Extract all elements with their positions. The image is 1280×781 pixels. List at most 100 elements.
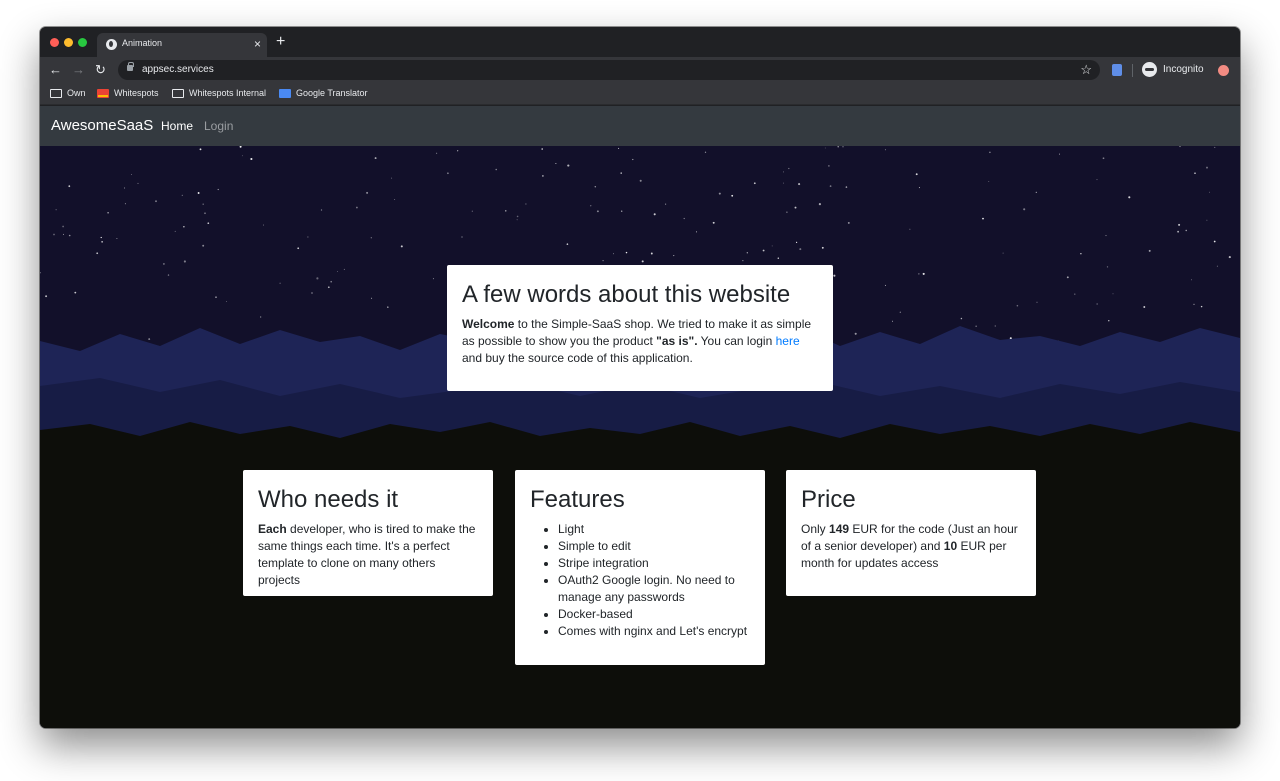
star	[782, 182, 784, 184]
star	[542, 175, 544, 177]
star	[783, 171, 784, 173]
star	[602, 259, 604, 262]
star	[695, 231, 698, 233]
star	[1128, 196, 1131, 199]
star	[279, 282, 281, 284]
star	[525, 203, 527, 205]
star	[1106, 266, 1109, 268]
nav-link-home[interactable]: Home	[161, 119, 193, 133]
star	[795, 241, 798, 244]
close-window-button[interactable]	[50, 38, 59, 47]
star	[124, 187, 126, 189]
login-here-link[interactable]: here	[776, 334, 800, 348]
back-icon[interactable]: ←	[49, 62, 62, 78]
reload-icon[interactable]: ↻	[95, 62, 106, 78]
star	[618, 147, 620, 149]
star	[613, 253, 615, 255]
star	[387, 306, 389, 308]
star	[989, 151, 991, 154]
star	[1074, 293, 1076, 295]
star	[183, 226, 185, 228]
star	[1096, 303, 1098, 305]
star	[162, 262, 165, 265]
star	[909, 228, 911, 230]
star	[594, 185, 597, 188]
star	[824, 147, 826, 149]
star	[786, 211, 788, 213]
star	[1059, 153, 1061, 155]
star	[1080, 253, 1082, 255]
star	[731, 194, 734, 197]
star	[311, 292, 313, 294]
about-text-part: You can login	[697, 334, 776, 348]
feature-item: Simple to edit	[558, 538, 750, 555]
gmail-icon	[97, 89, 109, 98]
star	[1096, 179, 1098, 181]
star	[137, 182, 139, 184]
star	[918, 273, 920, 275]
bookmark-whitespots-internal[interactable]: Whitespots Internal	[172, 87, 272, 101]
bookmark-whitespots[interactable]: Whitespots	[97, 87, 167, 101]
star	[960, 317, 963, 320]
star	[330, 280, 333, 283]
star	[718, 192, 721, 195]
star	[899, 311, 901, 313]
star	[516, 215, 519, 218]
bookmark-star-icon[interactable]: ☆	[1080, 62, 1092, 77]
maximize-window-button[interactable]	[78, 38, 87, 47]
site-brand[interactable]: AwesomeSaaS	[51, 117, 153, 134]
star	[447, 172, 449, 175]
nav-link-login[interactable]: Login	[204, 119, 233, 133]
extension-icon[interactable]	[1112, 64, 1122, 76]
feature-item: Stripe integration	[558, 555, 750, 572]
star	[260, 316, 262, 318]
star	[495, 168, 497, 171]
star	[197, 192, 200, 194]
star	[788, 167, 790, 170]
star	[777, 257, 780, 259]
browser-toolbar: ← → ↻ appsec.services ☆ Incognito	[40, 57, 1240, 83]
star	[204, 212, 206, 215]
star	[124, 203, 126, 205]
star	[471, 210, 473, 212]
star	[297, 247, 300, 250]
lock-icon	[127, 62, 134, 71]
star	[1216, 265, 1218, 267]
star	[842, 146, 844, 148]
google-translate-icon	[279, 89, 291, 98]
browser-menu-icon[interactable]	[1218, 65, 1229, 76]
star	[673, 255, 675, 257]
star	[202, 244, 205, 247]
star	[1112, 293, 1114, 295]
new-tab-icon[interactable]: +	[276, 33, 285, 51]
star	[818, 203, 821, 206]
who-title: Who needs it	[258, 486, 399, 513]
globe-icon	[106, 39, 117, 50]
feature-item: Docker-based	[558, 606, 750, 623]
star	[712, 221, 715, 224]
star	[683, 217, 685, 220]
star	[370, 237, 372, 239]
star	[915, 173, 918, 176]
star	[107, 212, 109, 214]
star	[704, 151, 707, 153]
about-text-part: and buy the source code of this applicat…	[462, 351, 693, 365]
star	[101, 241, 103, 243]
incognito-profile-button[interactable]: Incognito	[1140, 60, 1212, 80]
address-bar[interactable]: appsec.services ☆	[118, 60, 1100, 80]
close-tab-icon[interactable]: ×	[254, 36, 261, 52]
forward-icon[interactable]: →	[72, 62, 85, 78]
star	[596, 210, 599, 213]
minimize-window-button[interactable]	[64, 38, 73, 47]
star	[1023, 208, 1026, 211]
star	[202, 203, 204, 205]
star	[1190, 279, 1192, 281]
star	[55, 209, 57, 211]
star	[799, 248, 802, 251]
bookmark-google-translator[interactable]: Google Translator	[279, 87, 374, 101]
star	[918, 187, 920, 189]
star	[307, 236, 309, 238]
bookmark-own[interactable]: Own	[50, 87, 95, 101]
star	[847, 221, 850, 224]
tab-animation[interactable]: Animation ×	[97, 33, 267, 57]
